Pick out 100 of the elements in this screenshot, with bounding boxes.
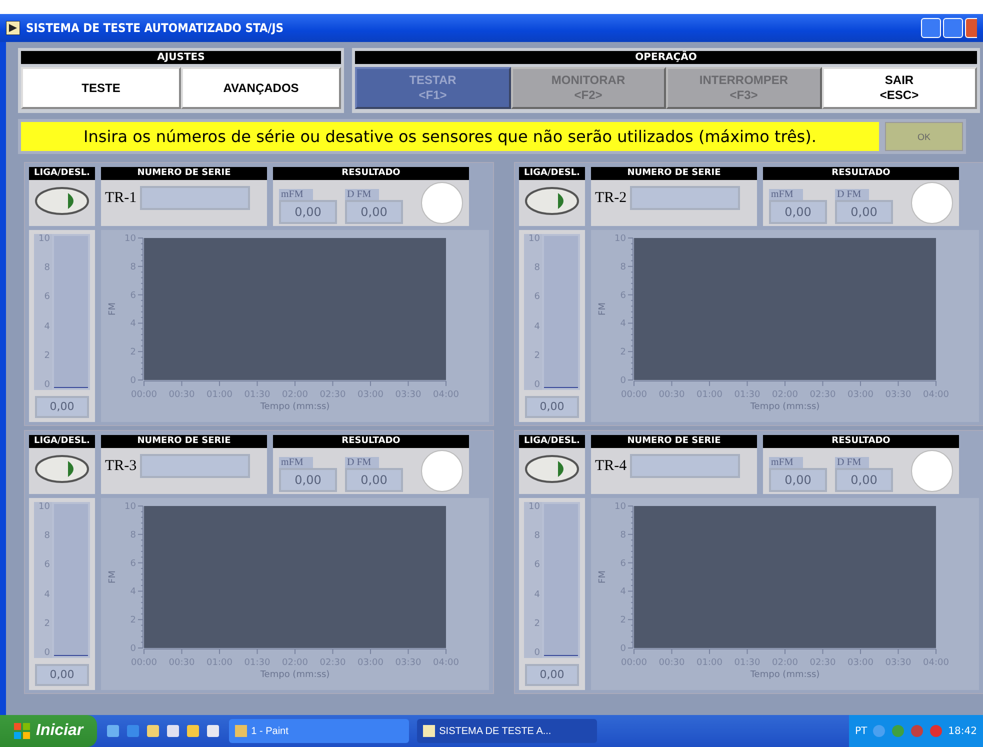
meter-reading: 0,00: [35, 396, 89, 418]
indicator-label: D FM: [345, 457, 379, 468]
minimize-button[interactable]: [921, 18, 941, 38]
maximize-button[interactable]: [943, 18, 963, 38]
value-display: 0,00: [279, 200, 337, 224]
toggle-switch[interactable]: [35, 454, 89, 484]
scale-label: 4: [43, 590, 50, 600]
scale-label: 6: [43, 292, 50, 302]
panel-header: LIGA/DESL.: [519, 167, 585, 180]
panel-header: RESULTADO: [763, 435, 959, 448]
scale-label: 4: [43, 322, 50, 332]
panel-header: AJUSTES: [21, 51, 341, 64]
axis-title: FM: [108, 570, 118, 584]
toggle-switch[interactable]: [525, 454, 579, 484]
scale-label: 2: [533, 618, 540, 629]
scale-label: 0: [533, 648, 540, 658]
start-button[interactable]: Iniciar: [0, 715, 98, 747]
panel-header: NUMERO DE SERIE: [101, 167, 267, 180]
panel-header: RESULTADO: [273, 167, 469, 180]
scale-label: 8: [43, 263, 50, 274]
meter-reading: 0,00: [525, 396, 579, 418]
scale-label: 4: [533, 322, 540, 332]
result-indicator: [911, 450, 953, 492]
indicator-label: mFM: [279, 189, 313, 200]
indicator-label: D FM: [345, 189, 379, 200]
axis-title: Tempo (mm:ss): [260, 670, 330, 680]
value-display: 0,00: [835, 200, 893, 224]
value-display: 0,00: [345, 200, 403, 224]
meter-reading: 0,00: [35, 664, 89, 686]
panel-header: LIGA/DESL.: [29, 435, 95, 448]
axis-title: Tempo (mm:ss): [260, 402, 330, 412]
scale-label: 2: [43, 618, 50, 629]
scale-label: 10: [38, 502, 50, 512]
operation-button[interactable]: SAIR <ESC>: [822, 67, 977, 109]
serial-number-field[interactable]: [630, 186, 740, 210]
settings-button[interactable]: AVANÇADOS: [181, 67, 341, 109]
meter-reading: 0,00: [525, 664, 579, 686]
panel-header: NUMERO DE SERIE: [591, 167, 757, 180]
scale-label: 6: [43, 560, 50, 570]
panel-header: RESULTADO: [273, 435, 469, 448]
axis-title: Tempo (mm:ss): [750, 402, 820, 412]
scale-label: 6: [533, 292, 540, 302]
clock: 18:42: [948, 726, 977, 736]
value-display: 0,00: [769, 468, 827, 492]
scale-label: 8: [43, 531, 50, 542]
instruction-message: Insira os números de série ou desative os sensores que não serão utilizados (máximo três).: [21, 122, 879, 151]
scale-label: 6: [533, 560, 540, 570]
axis-title: FM: [108, 302, 118, 316]
serial-number-field[interactable]: [140, 454, 250, 478]
indicator-label: mFM: [769, 457, 803, 468]
settings-button[interactable]: TESTE: [21, 67, 181, 109]
scale-label: 10: [38, 234, 50, 244]
panel-header: RESULTADO: [763, 167, 959, 180]
value-display: 0,00: [279, 468, 337, 492]
panel-header: LIGA/DESL.: [519, 435, 585, 448]
axis-title: Tempo (mm:ss): [750, 670, 820, 680]
scale-label: 2: [43, 350, 50, 361]
serial-number-field[interactable]: [140, 186, 250, 210]
panel-header: NUMERO DE SERIE: [101, 435, 267, 448]
result-indicator: [421, 450, 463, 492]
taskbar-button[interactable]: SISTEMA DE TESTE A...: [417, 719, 598, 743]
language-indicator[interactable]: PT: [855, 726, 868, 736]
axis-title: FM: [598, 570, 608, 584]
toggle-switch[interactable]: [525, 186, 579, 216]
panel-header: LIGA/DESL.: [29, 167, 95, 180]
toggle-switch[interactable]: [35, 186, 89, 216]
taskbar-button[interactable]: 1 - Paint: [229, 719, 410, 743]
sensor-name: TR-2: [595, 190, 627, 206]
close-button[interactable]: [965, 18, 977, 38]
panel-header: OPERAÇÃO: [355, 51, 977, 64]
indicator-label: mFM: [279, 457, 313, 468]
sensor-name: TR-3: [105, 458, 137, 474]
axis-title: FM: [598, 302, 608, 316]
scale-label: 0: [43, 380, 50, 390]
indicator-label: D FM: [835, 189, 869, 200]
scale-label: 4: [533, 590, 540, 600]
value-display: 0,00: [835, 468, 893, 492]
indicator-label: D FM: [835, 457, 869, 468]
serial-number-field[interactable]: [630, 454, 740, 478]
window-title: SISTEMA DE TESTE AUTOMATIZADO STA/JS: [26, 21, 284, 35]
scale-label: 10: [528, 234, 540, 244]
sensor-name: TR-4: [595, 458, 627, 474]
scale-label: 2: [533, 350, 540, 361]
task-label: SISTEMA DE TESTE A...: [439, 726, 552, 736]
panel-header: NUMERO DE SERIE: [591, 435, 757, 448]
result-indicator: [421, 182, 463, 224]
operation-button[interactable]: TESTAR <F1>: [355, 67, 510, 109]
scale-label: 0: [533, 380, 540, 390]
sensor-name: TR-1: [105, 190, 137, 206]
result-indicator: [911, 182, 953, 224]
ok-button[interactable]: OK: [885, 122, 963, 151]
windows-flag-icon: [14, 723, 30, 739]
scale-label: 8: [533, 263, 540, 274]
value-display: 0,00: [769, 200, 827, 224]
scale-label: 10: [528, 502, 540, 512]
task-label: 1 - Paint: [251, 726, 288, 736]
indicator-label: mFM: [769, 189, 803, 200]
value-display: 0,00: [345, 468, 403, 492]
scale-label: 0: [43, 648, 50, 658]
scale-label: 8: [533, 531, 540, 542]
